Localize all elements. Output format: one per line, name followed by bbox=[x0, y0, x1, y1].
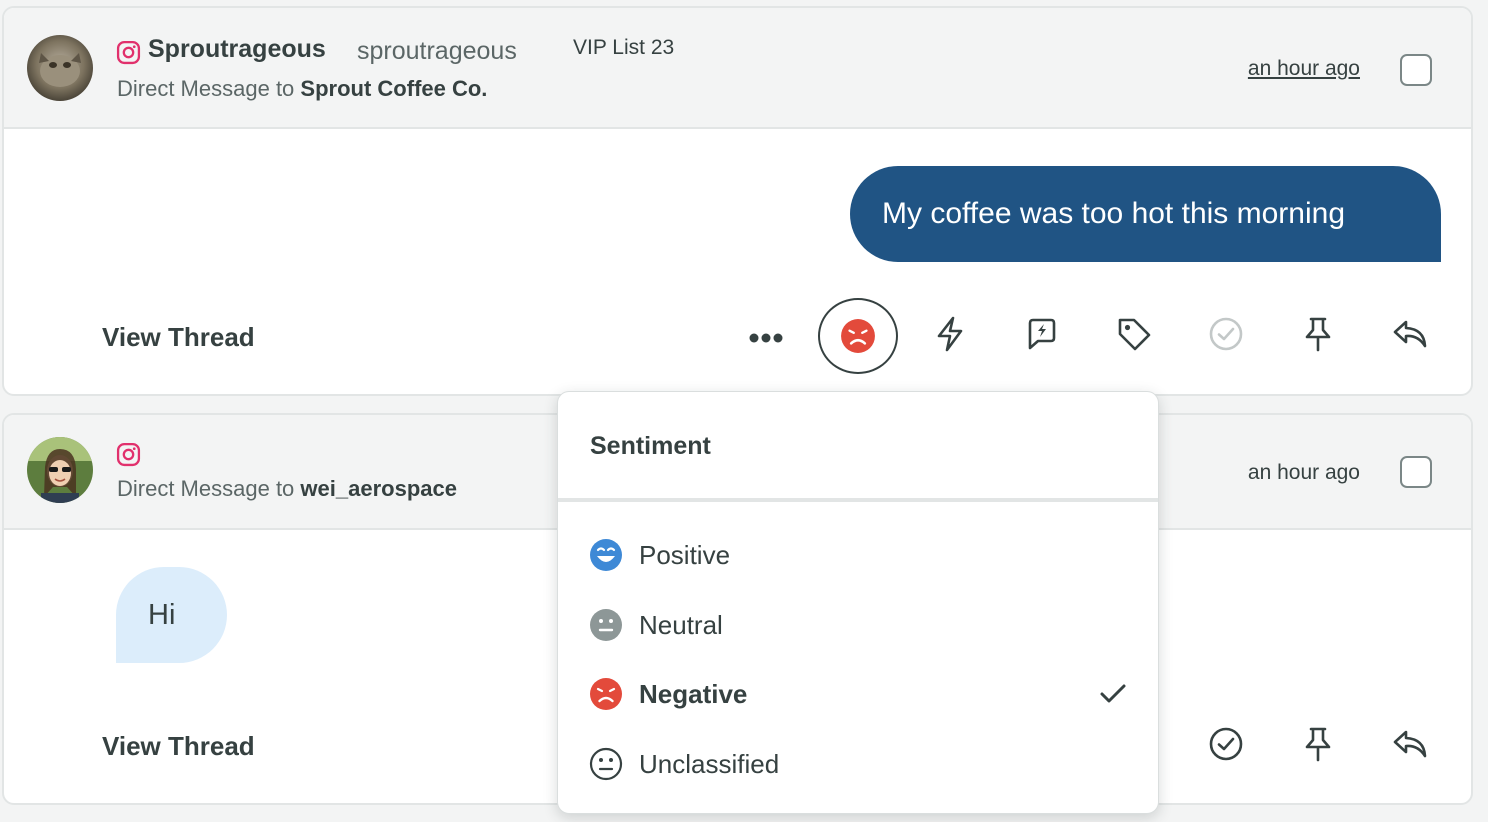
message-text: My coffee was too hot this morning bbox=[882, 197, 1346, 230]
dm-recipient: Sprout Coffee Co. bbox=[300, 76, 488, 101]
pin-icon[interactable] bbox=[1294, 720, 1342, 768]
sentiment-negative-icon bbox=[841, 319, 875, 353]
negative-face-icon bbox=[590, 678, 622, 710]
view-thread-link[interactable]: View Thread bbox=[102, 731, 255, 762]
select-checkbox[interactable] bbox=[1400, 456, 1432, 488]
dm-prefix: Direct Message to bbox=[117, 76, 295, 101]
message-header: Sproutrageous sproutrageous VIP List 23 … bbox=[4, 8, 1471, 129]
complete-icon[interactable] bbox=[1202, 310, 1250, 358]
sentiment-option-negative[interactable]: Negative bbox=[558, 664, 1158, 724]
option-label: Neutral bbox=[639, 609, 723, 640]
neutral-face-icon bbox=[590, 609, 622, 641]
tag-icon[interactable] bbox=[1110, 310, 1158, 358]
sentiment-dropdown: Sentiment Positive Neutral Negative Uncl… bbox=[557, 391, 1159, 814]
spike-alert-icon[interactable] bbox=[1018, 310, 1066, 358]
dm-recipient: wei_aerospace bbox=[300, 476, 457, 501]
reply-icon[interactable] bbox=[1386, 310, 1434, 358]
more-icon[interactable] bbox=[742, 314, 790, 362]
dm-prefix: Direct Message to bbox=[117, 476, 295, 501]
sentiment-button[interactable] bbox=[818, 298, 898, 374]
sentiment-option-neutral[interactable]: Neutral bbox=[558, 595, 1158, 655]
message-bubble: Hi bbox=[116, 567, 227, 663]
option-label: Unclassified bbox=[639, 748, 780, 779]
vip-list-tag: VIP List 23 bbox=[573, 36, 675, 59]
instagram-icon bbox=[116, 40, 141, 65]
divider bbox=[558, 498, 1158, 502]
message-bubble: My coffee was too hot this morning bbox=[850, 166, 1441, 262]
view-thread-link[interactable]: View Thread bbox=[102, 322, 255, 353]
sentiment-option-unclassified[interactable]: Unclassified bbox=[558, 734, 1158, 794]
dropdown-title: Sentiment bbox=[590, 432, 711, 460]
instagram-icon bbox=[116, 442, 141, 467]
pin-icon[interactable] bbox=[1294, 310, 1342, 358]
reply-icon[interactable] bbox=[1386, 720, 1434, 768]
dm-line: Direct Message to Sprout Coffee Co. bbox=[117, 76, 487, 102]
author-handle[interactable]: sproutrageous bbox=[357, 37, 517, 66]
option-label: Negative bbox=[639, 678, 748, 709]
timestamp-link[interactable]: an hour ago bbox=[1248, 57, 1360, 81]
positive-face-icon bbox=[590, 539, 622, 571]
complete-icon[interactable] bbox=[1202, 720, 1250, 768]
unclassified-face-icon bbox=[589, 747, 623, 781]
dm-line: Direct Message to wei_aerospace bbox=[117, 476, 457, 502]
avatar bbox=[27, 437, 93, 503]
option-label: Positive bbox=[639, 539, 731, 570]
timestamp-link[interactable]: an hour ago bbox=[1248, 461, 1360, 485]
avatar bbox=[27, 35, 93, 101]
message-card: Sproutrageous sproutrageous VIP List 23 … bbox=[2, 6, 1473, 396]
message-text: Hi bbox=[148, 598, 176, 631]
bolt-icon[interactable] bbox=[926, 310, 974, 358]
checkmark-icon bbox=[1100, 684, 1126, 703]
author-name[interactable]: Sproutrageous bbox=[148, 35, 326, 64]
sentiment-option-positive[interactable]: Positive bbox=[558, 525, 1158, 585]
select-checkbox[interactable] bbox=[1400, 54, 1432, 86]
